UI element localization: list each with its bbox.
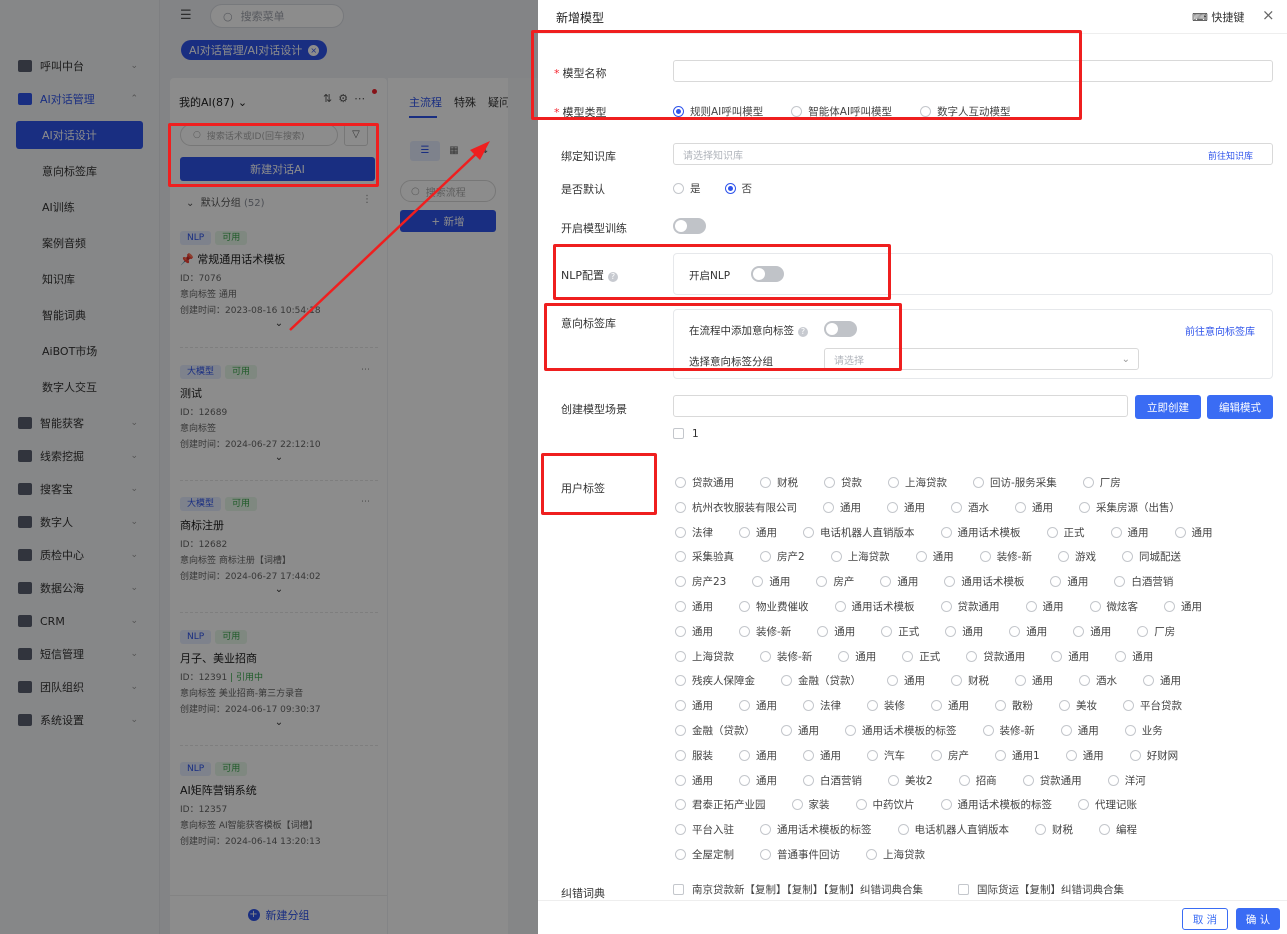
- annotation-arrow: [289, 141, 490, 331]
